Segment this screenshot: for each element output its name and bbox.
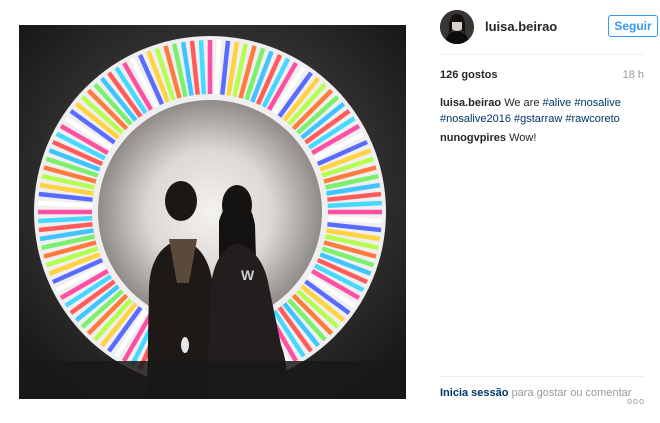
comment: luisa.beirao We are #alive #nosalive #no… bbox=[440, 95, 646, 127]
light-ring-photo: W bbox=[19, 25, 406, 399]
post-photo[interactable]: W bbox=[19, 25, 406, 399]
likes-count[interactable]: 126 gostos bbox=[440, 69, 497, 81]
avatar[interactable] bbox=[440, 10, 474, 44]
post-side-panel: luisa.beirao Seguir 126 gostos 18 h luis… bbox=[425, 0, 660, 423]
hashtag-link[interactable]: #gstarraw bbox=[514, 113, 562, 125]
footer-divider bbox=[440, 376, 645, 377]
hashtag-link[interactable]: #nosalive bbox=[574, 97, 620, 109]
post-header: luisa.beirao Seguir bbox=[440, 10, 658, 44]
hashtag-link[interactable]: #nosalive2016 bbox=[440, 113, 511, 125]
hashtag-link[interactable]: #rawcoreto bbox=[565, 113, 619, 125]
post-time[interactable]: 18 h bbox=[623, 69, 644, 81]
hashtag-link[interactable]: #alive bbox=[543, 97, 572, 109]
comments-list: luisa.beirao We are #alive #nosalive #no… bbox=[440, 95, 646, 149]
post-username[interactable]: luisa.beirao bbox=[485, 19, 557, 34]
header-divider bbox=[440, 54, 645, 55]
login-prompt-text: para gostar ou comentar bbox=[511, 387, 632, 399]
comment-text: Wow! bbox=[509, 132, 537, 144]
login-link[interactable]: Inicia sessão bbox=[440, 387, 509, 399]
follow-button[interactable]: Seguir bbox=[608, 15, 658, 37]
comment: nunogvpires Wow! bbox=[440, 130, 646, 146]
more-options-button[interactable]: ooo bbox=[627, 396, 645, 406]
svg-text:W: W bbox=[241, 267, 255, 283]
comment-user[interactable]: luisa.beirao bbox=[440, 97, 501, 109]
comment-user[interactable]: nunogvpires bbox=[440, 132, 506, 144]
comment-text: We are bbox=[504, 97, 540, 109]
post-footer: Inicia sessão para gostar ou comentar bbox=[440, 386, 646, 400]
